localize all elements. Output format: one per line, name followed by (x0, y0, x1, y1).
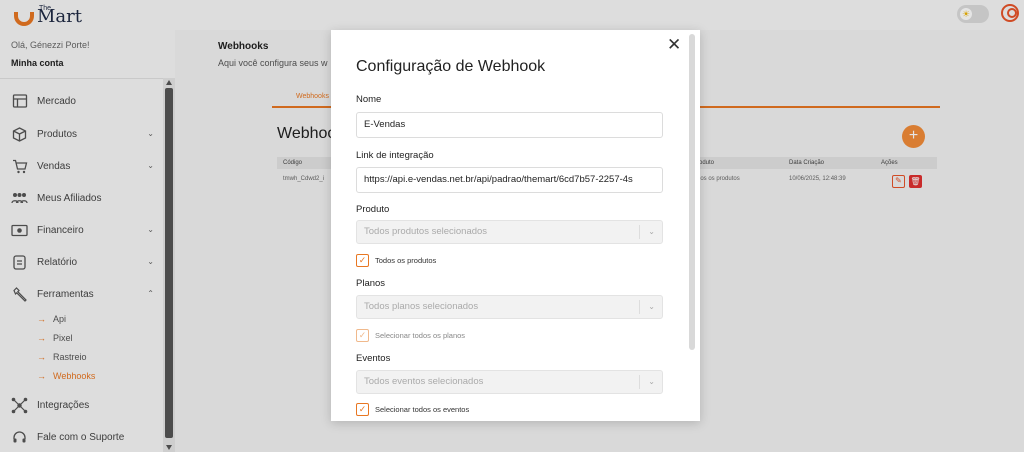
select-separator (639, 300, 640, 314)
plans-label: Planos (356, 278, 386, 289)
link-label: Link de integração (356, 150, 434, 161)
name-input[interactable]: E-Vendas (356, 112, 663, 138)
select-separator (639, 375, 640, 389)
name-label: Nome (356, 94, 382, 105)
modal-title: Configuração de Webhook (356, 58, 546, 75)
chevron-down-icon: ⌄ (648, 302, 655, 311)
product-select-value: Todos produtos selecionados (364, 226, 488, 237)
all-plans-checkbox[interactable]: ✓ Selecionar todos os planos (356, 329, 465, 342)
integration-link-input[interactable]: https://api.e-vendas.net.br/api/padrao/t… (356, 167, 663, 193)
events-select[interactable]: Todos eventos selecionados ⌄ (356, 370, 663, 394)
all-events-checkbox[interactable]: ✓ Selecionar todos os eventos (356, 403, 469, 416)
product-label: Produto (356, 204, 390, 215)
all-plans-label: Selecionar todos os planos (375, 331, 466, 340)
checkmark-icon: ✓ (356, 254, 369, 267)
product-select[interactable]: Todos produtos selecionados ⌄ (356, 220, 663, 244)
chevron-down-icon: ⌄ (648, 227, 655, 236)
all-products-label: Todos os produtos (375, 256, 437, 265)
plans-select[interactable]: Todos planos selecionados ⌄ (356, 295, 663, 319)
all-events-label: Selecionar todos os eventos (375, 405, 470, 414)
all-products-checkbox[interactable]: ✓ Todos os produtos (356, 254, 436, 267)
events-select-value: Todos eventos selecionados (364, 376, 484, 387)
select-separator (639, 225, 640, 239)
checkmark-icon: ✓ (356, 329, 369, 342)
modal-scrollbar[interactable] (689, 34, 695, 350)
chevron-down-icon: ⌄ (648, 377, 655, 386)
webhook-config-modal: ✕ Configuração de Webhook Nome E-Vendas … (331, 30, 700, 421)
close-icon[interactable]: ✕ (667, 36, 681, 53)
events-label: Eventos (356, 353, 391, 364)
checkmark-icon: ✓ (356, 403, 369, 416)
plans-select-value: Todos planos selecionados (364, 301, 479, 312)
